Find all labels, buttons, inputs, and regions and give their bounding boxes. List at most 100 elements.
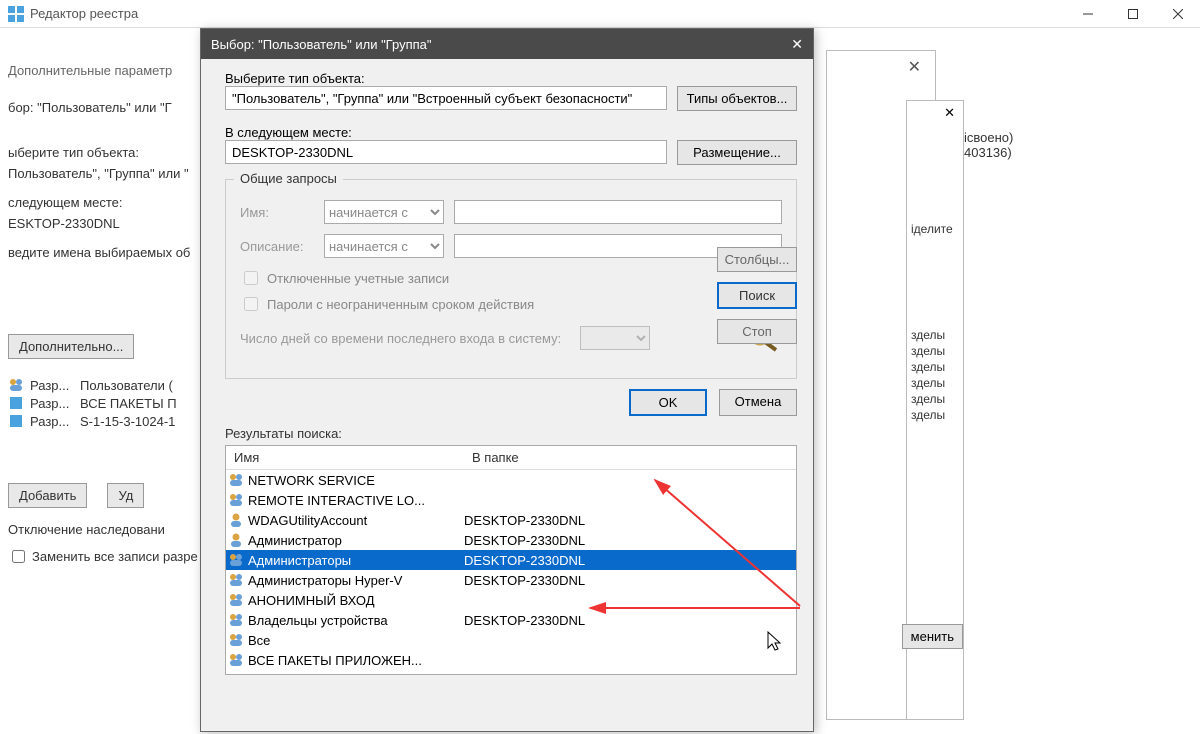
location-label: В следующем месте: bbox=[225, 125, 797, 140]
group-icon bbox=[226, 572, 246, 588]
name-starts-select[interactable]: начинается с bbox=[324, 200, 444, 224]
bg-row: зделы bbox=[911, 407, 959, 423]
find-now-button[interactable]: Поиск bbox=[717, 282, 797, 309]
search-results-label: Результаты поиска: bbox=[225, 426, 797, 441]
object-type-label: Выберите тип объекта: bbox=[225, 71, 797, 86]
dialog-titlebar[interactable]: Выбор: "Пользователь" или "Группа" ✕ bbox=[201, 29, 813, 59]
perm-row[interactable]: Разр... ВСЕ ПАКЕТЫ П bbox=[8, 395, 200, 411]
disabled-accounts-checkbox[interactable] bbox=[244, 271, 258, 285]
result-folder: DESKTOP-2330DNL bbox=[464, 513, 796, 528]
bg-row: іделите bbox=[911, 221, 959, 237]
under-loc-label: следующем месте: bbox=[8, 195, 200, 210]
results-list[interactable]: Имя В папке NETWORK SERVICE REMOTE INTERA… bbox=[226, 446, 796, 674]
group-icon bbox=[226, 492, 246, 508]
perm-principal: S-1-15-3-1024-1 bbox=[80, 414, 175, 429]
under-objtype-label: ыберите тип объекта: bbox=[8, 145, 200, 160]
perm-type: Разр... bbox=[30, 378, 74, 393]
common-queries-group: Общие запросы Имя: начинается с Описание… bbox=[225, 179, 797, 379]
name-input[interactable] bbox=[454, 200, 782, 224]
dialog-close-button[interactable]: ✕ bbox=[791, 36, 803, 53]
perm-icon bbox=[8, 413, 24, 429]
close-button[interactable] bbox=[1155, 0, 1200, 28]
perm-principal: ВСЕ ПАКЕТЫ П bbox=[80, 396, 177, 411]
close-icon[interactable]: ✕ bbox=[908, 57, 921, 77]
name-label: Имя: bbox=[240, 205, 314, 220]
object-types-button[interactable]: Типы объектов... bbox=[677, 86, 797, 111]
under-advanced-button[interactable]: Дополнительно... bbox=[8, 334, 134, 359]
regedit-icon bbox=[8, 6, 24, 22]
result-folder: DESKTOP-2330DNL bbox=[464, 613, 796, 628]
under-perms-list: Разр... Пользователи ( Разр... ВСЕ ПАКЕТ… bbox=[8, 377, 200, 429]
bg-row: зделы bbox=[911, 343, 959, 359]
maximize-button[interactable] bbox=[1110, 0, 1155, 28]
result-folder: DESKTOP-2330DNL bbox=[464, 553, 796, 568]
nonexpiring-pwd-label: Пароли с неограниченным сроком действия bbox=[267, 297, 534, 312]
days-since-login-select[interactable] bbox=[580, 326, 650, 350]
under-objtype-value: Пользователь", "Группа" или " bbox=[8, 166, 200, 181]
perm-principal: Пользователи ( bbox=[80, 378, 173, 393]
result-name: Все bbox=[246, 633, 464, 648]
results-row[interactable]: WDAGUtilityAccountDESKTOP-2330DNL bbox=[226, 510, 796, 530]
window-controls bbox=[1065, 0, 1200, 28]
underlay-dialog: бор: "Пользователь" или "Г ыберите тип о… bbox=[0, 100, 200, 734]
description-label: Описание: bbox=[240, 239, 314, 254]
results-row[interactable]: REMOTE INTERACTIVE LO... bbox=[226, 490, 796, 510]
results-col-name[interactable]: Имя bbox=[226, 446, 464, 469]
search-results: Имя В папке NETWORK SERVICE REMOTE INTERA… bbox=[225, 445, 797, 675]
results-col-folder[interactable]: В папке bbox=[464, 446, 796, 469]
perm-row[interactable]: Разр... S-1-15-3-1024-1 bbox=[8, 413, 200, 429]
perm-row[interactable]: Разр... Пользователи ( bbox=[8, 377, 200, 393]
perm-icon bbox=[8, 395, 24, 411]
results-row[interactable]: Все bbox=[226, 630, 796, 650]
result-name: АНОНИМНЫЙ ВХОД bbox=[246, 593, 464, 608]
result-name: NETWORK SERVICE bbox=[246, 473, 464, 488]
perm-type: Разр... bbox=[30, 414, 74, 429]
results-row[interactable]: NETWORK SERVICE bbox=[226, 470, 796, 490]
right-frag-line2: 403136) bbox=[964, 145, 1013, 160]
results-row[interactable]: ВСЕ ПАКЕТЫ ПРИЛОЖЕН... bbox=[226, 650, 796, 670]
under-remove-button[interactable]: Уд bbox=[107, 483, 144, 508]
stop-button[interactable]: Стоп bbox=[717, 319, 797, 344]
under-add-button[interactable]: Добавить bbox=[8, 483, 87, 508]
nonexpiring-pwd-checkbox[interactable] bbox=[244, 297, 258, 311]
group-icon bbox=[226, 652, 246, 668]
bg-apply-button[interactable]: менить bbox=[902, 624, 963, 649]
locations-button[interactable]: Размещение... bbox=[677, 140, 797, 165]
description-starts-select[interactable]: начинается с bbox=[324, 234, 444, 258]
result-name: Администратор bbox=[246, 533, 464, 548]
results-row[interactable]: АдминистраторыDESKTOP-2330DNL bbox=[226, 550, 796, 570]
nonexpiring-pwd-row[interactable]: Пароли с неограниченным сроком действия bbox=[240, 294, 782, 314]
user-icon bbox=[226, 532, 246, 548]
under-replace-checkbox[interactable] bbox=[12, 550, 25, 563]
results-row[interactable]: АНОНИМНЫЙ ВХОД bbox=[226, 590, 796, 610]
results-row[interactable]: Владельцы устройстваDESKTOP-2330DNL bbox=[226, 610, 796, 630]
bg-row: зделы bbox=[911, 327, 959, 343]
app-title: Редактор реестра bbox=[30, 6, 1065, 21]
results-row[interactable]: Администраторы Hyper-VDESKTOP-2330DNL bbox=[226, 570, 796, 590]
close-icon[interactable]: ✕ bbox=[944, 105, 955, 121]
secondary-title-text: Дополнительные параметр bbox=[8, 63, 172, 78]
under-inherit-label: Отключение наследовани bbox=[8, 522, 200, 537]
cancel-button[interactable]: Отмена bbox=[719, 389, 797, 416]
disabled-accounts-row[interactable]: Отключенные учетные записи bbox=[240, 268, 782, 288]
columns-button[interactable]: Столбцы... bbox=[717, 247, 797, 272]
group-icon bbox=[226, 612, 246, 628]
result-folder: DESKTOP-2330DNL bbox=[464, 533, 796, 548]
right-fragment: ісвоено) 403136) bbox=[964, 130, 1013, 160]
disabled-accounts-label: Отключенные учетные записи bbox=[267, 271, 449, 286]
under-loc-value: ESKTOP-2330DNL bbox=[8, 216, 200, 231]
results-header[interactable]: Имя В папке bbox=[226, 446, 796, 470]
results-row[interactable]: АдминистраторDESKTOP-2330DNL bbox=[226, 530, 796, 550]
days-since-login-label: Число дней со времени последнего входа в… bbox=[240, 331, 570, 346]
group-icon bbox=[226, 552, 246, 568]
location-input[interactable] bbox=[225, 140, 667, 164]
bg-panel-rightmost: ✕ іделите зделы зделы зделы зделы зделы … bbox=[906, 100, 964, 720]
object-type-input[interactable] bbox=[225, 86, 667, 110]
under-replace-row[interactable]: Заменить все записи разре bbox=[8, 547, 200, 566]
select-user-group-dialog: Выбор: "Пользователь" или "Группа" ✕ Выб… bbox=[200, 28, 814, 732]
query-buttons: Столбцы... Поиск Стоп bbox=[717, 247, 797, 344]
user-icon bbox=[226, 512, 246, 528]
ok-button[interactable]: OK bbox=[629, 389, 707, 416]
minimize-button[interactable] bbox=[1065, 0, 1110, 28]
result-name: ВСЕ ПАКЕТЫ ПРИЛОЖЕН... bbox=[246, 653, 464, 668]
